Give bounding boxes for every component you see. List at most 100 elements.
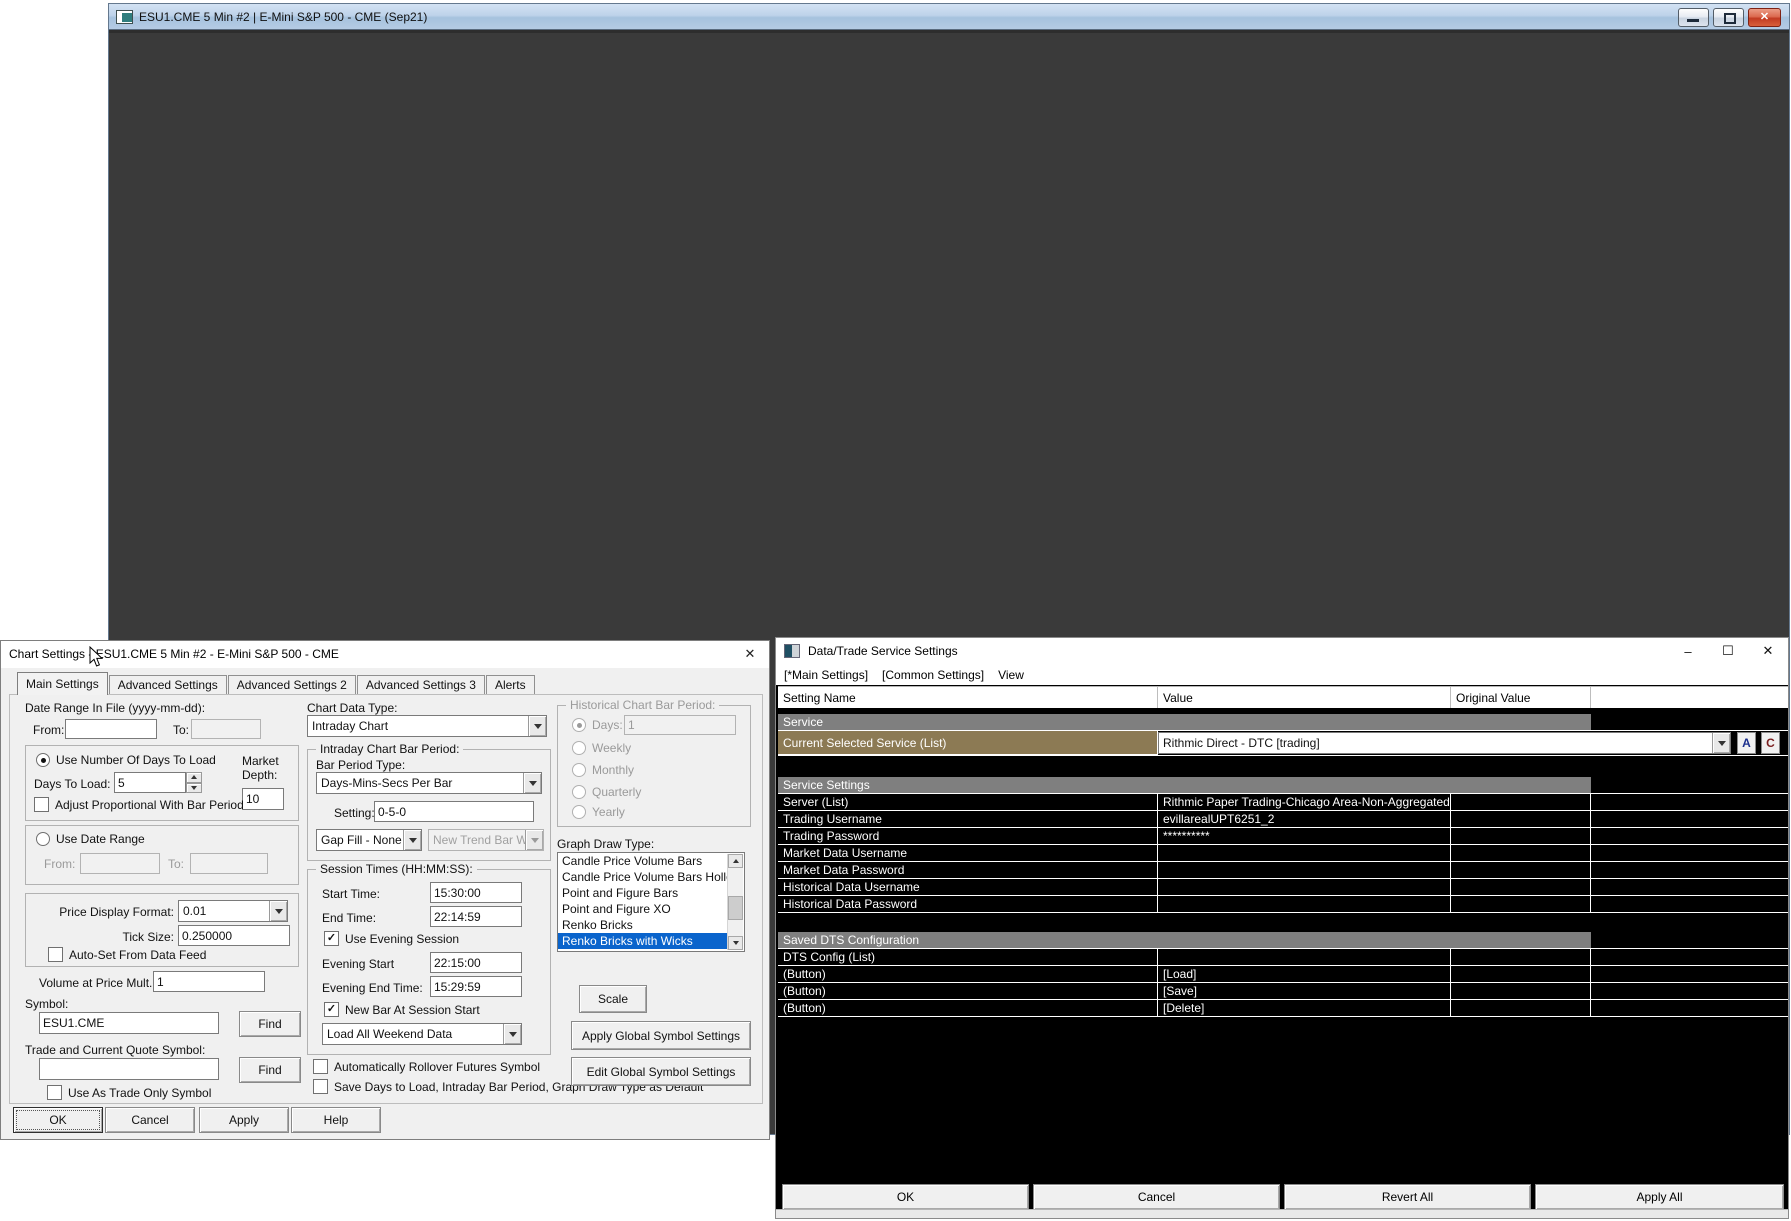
- original-value-cell[interactable]: [1451, 828, 1591, 845]
- ok-button[interactable]: OK: [782, 1184, 1029, 1210]
- column-value[interactable]: Value: [1158, 687, 1451, 708]
- hist-quarterly-radio[interactable]: Quarterly: [572, 785, 641, 799]
- cancel-button[interactable]: Cancel: [105, 1107, 195, 1133]
- close-button[interactable]: ✕: [1748, 8, 1781, 27]
- original-value-cell[interactable]: [1451, 966, 1591, 983]
- maximize-button[interactable]: ☐: [1708, 638, 1748, 664]
- menu-common-settings[interactable]: [Common Settings]: [882, 668, 984, 682]
- adjust-proportional-checkbox[interactable]: Adjust Proportional With Bar Period: [34, 797, 244, 812]
- revert-all-button[interactable]: Revert All: [1284, 1184, 1531, 1210]
- apply-global-symbol-settings-button[interactable]: Apply Global Symbol Settings: [571, 1021, 751, 1050]
- minimize-button[interactable]: [1678, 8, 1709, 27]
- scroll-down-icon[interactable]: [728, 936, 743, 950]
- list-item[interactable]: Point and Figure XO: [558, 901, 728, 917]
- list-item[interactable]: Renko Bricks: [558, 917, 728, 933]
- end-time-input[interactable]: [430, 906, 522, 927]
- symbol-input[interactable]: [39, 1012, 219, 1034]
- scrollbar[interactable]: [727, 854, 743, 950]
- chart-window-titlebar[interactable]: ESU1.CME 5 Min #2 | E-Mini S&P 500 - CME…: [109, 4, 1789, 30]
- find-trade-symbol-button[interactable]: Find: [239, 1057, 301, 1083]
- current-selected-service-label[interactable]: Current Selected Service (List): [778, 731, 1158, 755]
- column-setting-name[interactable]: Setting Name: [778, 687, 1158, 708]
- hist-days-input[interactable]: [624, 715, 736, 735]
- close-button[interactable]: ✕: [1748, 638, 1788, 664]
- restore-button[interactable]: [1713, 8, 1744, 27]
- list-item[interactable]: Candle Price Volume Bars Hollow: [558, 869, 728, 885]
- spin-up-icon[interactable]: [186, 772, 202, 783]
- trade-symbol-input[interactable]: [39, 1058, 219, 1080]
- setting-value-cell[interactable]: Rithmic Paper Trading-Chicago Area-Non-A…: [1158, 794, 1451, 811]
- weekend-data-dropdown[interactable]: Load All Weekend Data: [322, 1023, 522, 1045]
- setting-value-cell[interactable]: [1158, 879, 1451, 896]
- help-button[interactable]: Help: [291, 1107, 381, 1133]
- original-value-cell[interactable]: [1451, 845, 1591, 862]
- chart-data-type-dropdown[interactable]: Intraday Chart: [307, 715, 547, 737]
- list-item-selected[interactable]: Renko Bricks with Wicks: [558, 933, 728, 949]
- scroll-up-icon[interactable]: [728, 854, 743, 868]
- original-value-cell[interactable]: [1451, 879, 1591, 896]
- setting-value-cell[interactable]: [1158, 896, 1451, 913]
- days-to-load-input[interactable]: [114, 772, 186, 793]
- setting-value-cell[interactable]: [1158, 949, 1451, 966]
- ok-button[interactable]: OK: [13, 1107, 103, 1133]
- minimize-button[interactable]: –: [1668, 638, 1708, 664]
- spin-down-icon[interactable]: [186, 783, 202, 794]
- price-display-format-dropdown[interactable]: 0.01: [178, 900, 288, 922]
- use-number-of-days-radio[interactable]: Use Number Of Days To Load: [36, 753, 216, 767]
- new-trend-bar-dropdown[interactable]: New Trend Bar W: [428, 829, 544, 851]
- tab-advanced-settings[interactable]: Advanced Settings: [109, 675, 227, 695]
- date-from-input[interactable]: [65, 719, 157, 739]
- close-button[interactable]: ✕: [739, 644, 761, 664]
- graph-draw-type-list[interactable]: Candle Price Volume Bars Candle Price Vo…: [557, 852, 745, 952]
- dropdown-arrow-icon[interactable]: [403, 830, 421, 850]
- find-symbol-button[interactable]: Find: [239, 1011, 301, 1037]
- menu-main-settings[interactable]: [*Main Settings]: [784, 668, 868, 682]
- setting-value-cell[interactable]: evillarealUPT6251_2: [1158, 811, 1451, 828]
- use-as-trade-only-checkbox[interactable]: Use As Trade Only Symbol: [47, 1085, 211, 1100]
- service-a-button[interactable]: A: [1737, 732, 1756, 754]
- use-evening-session-checkbox[interactable]: ✓ Use Evening Session: [324, 931, 459, 946]
- dropdown-arrow-icon[interactable]: [528, 716, 546, 736]
- cancel-button[interactable]: Cancel: [1033, 1184, 1280, 1210]
- hist-yearly-radio[interactable]: Yearly: [572, 805, 625, 819]
- service-c-button[interactable]: C: [1761, 732, 1780, 754]
- auto-set-checkbox[interactable]: Auto-Set From Data Feed: [48, 947, 206, 962]
- tick-size-input[interactable]: [178, 925, 290, 946]
- menu-view[interactable]: View: [998, 668, 1024, 682]
- scrollbar-thumb[interactable]: [728, 896, 743, 920]
- dropdown-arrow-icon[interactable]: [269, 901, 287, 921]
- setting-value-cell[interactable]: **********: [1158, 828, 1451, 845]
- list-item[interactable]: Point and Figure Bars: [558, 885, 728, 901]
- dropdown-arrow-icon[interactable]: [523, 773, 541, 793]
- gap-fill-dropdown[interactable]: Gap Fill - None: [316, 829, 422, 851]
- original-value-cell[interactable]: [1451, 949, 1591, 966]
- service-dropdown[interactable]: Rithmic Direct - DTC [trading]: [1158, 732, 1731, 754]
- original-value-cell[interactable]: [1451, 862, 1591, 879]
- delete-button-cell[interactable]: [Delete]: [1158, 1000, 1451, 1017]
- days-to-load-spinner[interactable]: [186, 772, 202, 793]
- original-value-cell[interactable]: [1451, 794, 1591, 811]
- volume-mult-input[interactable]: [153, 971, 265, 992]
- rollover-checkbox[interactable]: Automatically Rollover Futures Symbol: [313, 1059, 540, 1074]
- range-to-input[interactable]: [190, 853, 268, 874]
- chart-settings-titlebar[interactable]: Chart Settings - ESU1.CME 5 Min #2 - E-M…: [1, 641, 769, 668]
- evening-end-input[interactable]: [430, 976, 522, 997]
- scale-button[interactable]: Scale: [579, 985, 647, 1013]
- column-original-value[interactable]: Original Value: [1451, 687, 1591, 708]
- setting-value-cell[interactable]: [1158, 862, 1451, 879]
- dropdown-arrow-icon[interactable]: [503, 1024, 521, 1044]
- original-value-cell[interactable]: [1451, 983, 1591, 1000]
- range-from-input[interactable]: [80, 853, 160, 874]
- dropdown-arrow-icon[interactable]: [1712, 733, 1730, 753]
- tab-advanced-settings-2[interactable]: Advanced Settings 2: [228, 675, 356, 695]
- start-time-input[interactable]: [430, 882, 522, 903]
- new-bar-at-session-start-checkbox[interactable]: ✓ New Bar At Session Start: [324, 1002, 480, 1017]
- evening-start-input[interactable]: [430, 952, 522, 973]
- apply-button[interactable]: Apply: [199, 1107, 289, 1133]
- save-button-cell[interactable]: [Save]: [1158, 983, 1451, 1000]
- dts-titlebar[interactable]: Data/Trade Service Settings: [776, 638, 1788, 664]
- hist-monthly-radio[interactable]: Monthly: [572, 763, 634, 777]
- use-date-range-radio[interactable]: Use Date Range: [36, 832, 145, 846]
- edit-global-symbol-settings-button[interactable]: Edit Global Symbol Settings: [571, 1057, 751, 1086]
- hist-days-radio[interactable]: Days:: [572, 718, 623, 732]
